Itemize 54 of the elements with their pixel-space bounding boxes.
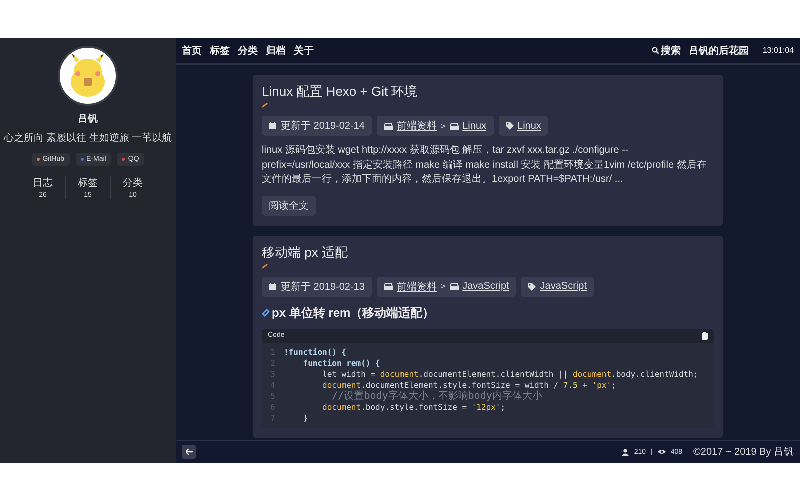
stat-label[interactable]: 标签 xyxy=(78,176,98,190)
clipboard-icon xyxy=(702,332,708,340)
user-icon xyxy=(622,448,630,456)
copyright-text: ©2017 ~ 2019 By 吕钒 xyxy=(694,446,794,459)
category-link[interactable]: 前端资料 xyxy=(396,280,437,294)
code-line: //设置body字体大小，不影响body内字体大小 xyxy=(331,390,542,402)
nav-link[interactable]: 标签 xyxy=(210,44,230,58)
tag-icon xyxy=(506,122,514,130)
nav-link[interactable]: 归档 xyxy=(266,44,286,58)
pencil-icon xyxy=(262,103,268,108)
eye-icon xyxy=(658,449,666,455)
link-icon xyxy=(262,309,270,317)
category-link[interactable]: JavaScript xyxy=(462,281,510,292)
inbox-icon xyxy=(384,283,393,290)
stat-label[interactable]: 分类 xyxy=(123,176,143,190)
tag-link[interactable]: JavaScript xyxy=(540,281,587,292)
tag-link[interactable]: Linux xyxy=(518,120,542,132)
tag-icon xyxy=(528,282,536,290)
date-text: 更新于 2019-02-13 xyxy=(281,280,365,294)
read-more-button[interactable]: 阅读全文 xyxy=(262,196,316,216)
section-heading: px 单位转 rem（移动端适配） xyxy=(272,304,435,322)
calendar-icon xyxy=(269,122,277,130)
inbox-icon xyxy=(384,122,393,130)
motto-text: 心之所向 素履以往 生如逆旅 一苇以航 xyxy=(4,132,172,145)
inbox-icon xyxy=(450,122,459,130)
cartoon-drawing xyxy=(68,54,108,98)
pencil-icon xyxy=(262,264,268,268)
clock-time: 13:01:04 xyxy=(762,46,794,55)
arrow-left-icon xyxy=(186,449,192,455)
post-excerpt: linux 源码包安装 wget http://xxxx 获取源码包 解压，tar zxvf xxx.tar.gz ./configure --prefix=/usr/local/xxx 指定安装路径 make 编译 make install 安装 配置环境变量1vim /etc/profile 然后在文件的最后一行，添加下面的内容，然后保存退出。1export PATH=$PATH:/usr/ ... xyxy=(262,144,708,187)
code-line: let width = document.documentElement.clientWidth || document.body.clientWidth; xyxy=(322,368,698,380)
nav-link[interactable]: 分类 xyxy=(238,44,258,58)
code-line: !function() { xyxy=(284,346,347,358)
stat-label[interactable]: 日志 xyxy=(33,176,53,190)
code-line: document.documentElement.style.fontSize = width / 7.5 + 'px'; xyxy=(322,380,616,390)
post-title[interactable]: 移动端 px 适配 xyxy=(262,244,714,262)
back-button[interactable] xyxy=(182,445,196,459)
code-line: function rem() { xyxy=(302,358,380,368)
site-title[interactable]: 吕钒的后花园 xyxy=(688,44,749,58)
date-text: 更新于 2019-02-14 xyxy=(281,120,365,133)
inbox-icon xyxy=(450,283,459,290)
search-link[interactable]: 搜索 xyxy=(652,44,681,58)
code-line: } xyxy=(302,412,308,424)
breadcrumb-separator: > xyxy=(440,282,446,291)
category-link[interactable]: 前端资料 xyxy=(396,119,437,133)
nav-link[interactable]: 首页 xyxy=(182,44,202,58)
breadcrumb-separator: > xyxy=(440,122,446,130)
category-link[interactable]: Linux xyxy=(462,120,487,132)
search-icon xyxy=(652,47,659,54)
calendar-icon xyxy=(269,282,277,290)
code-line: document.body.style.fontSize = '12px'; xyxy=(322,402,506,412)
nav-link[interactable]: 关于 xyxy=(294,44,314,58)
post-title[interactable]: Linux 配置 Hexo + Git 环境 xyxy=(262,83,714,101)
author-name: 吕钒 xyxy=(78,112,98,126)
